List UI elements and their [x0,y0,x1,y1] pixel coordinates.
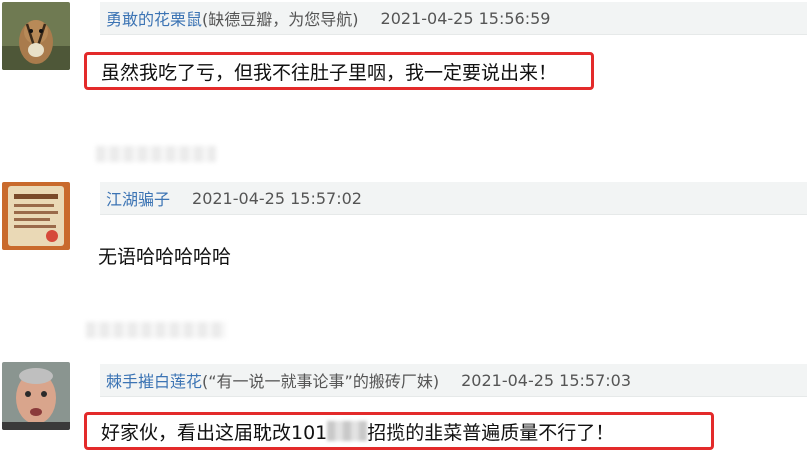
comment-text-content: 虽然我吃了亏，但我不往肚子里咽，我一定要说出来！ [101,61,558,84]
comment-text-content: 无语哈哈哈哈哈 [98,245,232,268]
poster-avatar-image [2,182,70,250]
blurred-text [86,322,226,338]
comment-text-before: 好家伙，看出这届耽改101 [101,421,328,444]
censor-mosaic [327,421,368,441]
blurred-text [96,146,216,162]
avatar[interactable] [2,362,70,430]
user-note: (缺德豆瓣，为您导航) [202,10,359,29]
comment-timestamp: 2021-04-25 15:56:59 [380,8,551,28]
man-face-avatar-image [2,362,70,430]
user-note: (“有一说一就事论事”的搬砖厂妹) [202,372,440,391]
comment-timestamp: 2021-04-25 15:57:03 [461,370,632,390]
chipmunk-avatar-image [2,2,70,70]
comment-meta: 勇敢的花栗鼠 (缺德豆瓣，为您导航) 2021-04-25 15:56:59 [100,2,807,35]
username-link[interactable]: 棘手摧白莲花 [106,368,202,392]
comment-meta: 江湖骗子 2021-04-25 15:57:02 [100,182,807,215]
comment-timestamp: 2021-04-25 15:57:02 [192,188,362,208]
username-link[interactable]: 江湖骗子 [106,186,170,210]
comment-text-after: 招揽的韭菜普遍质量不行了！ [367,421,615,444]
username-link[interactable]: 勇敢的花栗鼠 [106,6,202,30]
avatar[interactable] [2,2,70,70]
comment-text: 好家伙，看出这届耽改101 招揽的韭菜普遍质量不行了！ [84,412,714,450]
comment-text: 无语哈哈哈哈哈 [84,236,498,274]
comment-meta: 棘手摧白莲花 (“有一说一就事论事”的搬砖厂妹) 2021-04-25 15:5… [100,364,807,397]
avatar[interactable] [2,182,70,250]
comment-text: 虽然我吃了亏，但我不往肚子里咽，我一定要说出来！ [84,52,594,90]
